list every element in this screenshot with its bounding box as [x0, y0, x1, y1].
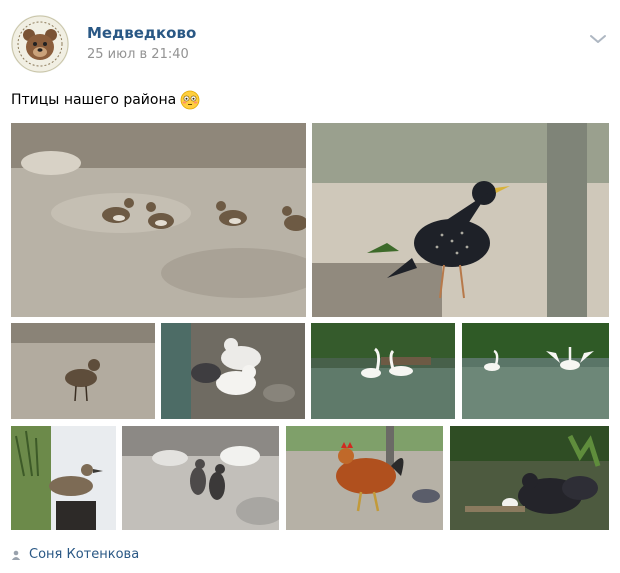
photo-doves[interactable] — [161, 323, 305, 419]
starling-image — [312, 123, 609, 317]
post-text: Птицы нашего района — [11, 92, 177, 108]
photo-swans-pond[interactable] — [311, 323, 455, 419]
person-icon — [11, 545, 21, 564]
chevron-down-icon[interactable] — [589, 30, 607, 43]
photo-sparrows[interactable] — [11, 123, 306, 317]
bear-logo-icon — [11, 15, 69, 73]
photo-black-hens[interactable] — [450, 426, 609, 530]
black-hens-image — [450, 426, 609, 530]
duck-on-post-image — [11, 426, 116, 530]
sparrows-image — [11, 123, 306, 317]
photo-pigeons-chicks[interactable] — [122, 426, 279, 530]
community-name[interactable]: Медведково — [87, 24, 196, 42]
photo-swans-flapping[interactable] — [462, 323, 609, 419]
photo-sparrow-single[interactable] — [11, 323, 155, 419]
rooster-image — [286, 426, 443, 530]
photo-rooster[interactable] — [286, 426, 443, 530]
community-avatar[interactable] — [11, 15, 69, 73]
doves-image — [161, 323, 305, 419]
post-signer[interactable]: Соня Котенкова — [11, 545, 139, 564]
pigeons-chicks-image — [122, 426, 279, 530]
post-date[interactable]: 25 июл в 21:40 — [87, 47, 189, 62]
flushed-face-emoji — [180, 90, 200, 110]
swans-flapping-image — [462, 323, 609, 419]
photo-duck-on-post[interactable] — [11, 426, 116, 530]
swans-pond-image — [311, 323, 455, 419]
post-text-row: Птицы нашего района — [11, 90, 200, 110]
signer-name[interactable]: Соня Котенкова — [29, 547, 139, 562]
photo-starling[interactable] — [312, 123, 609, 317]
sparrow-single-image — [11, 323, 155, 419]
